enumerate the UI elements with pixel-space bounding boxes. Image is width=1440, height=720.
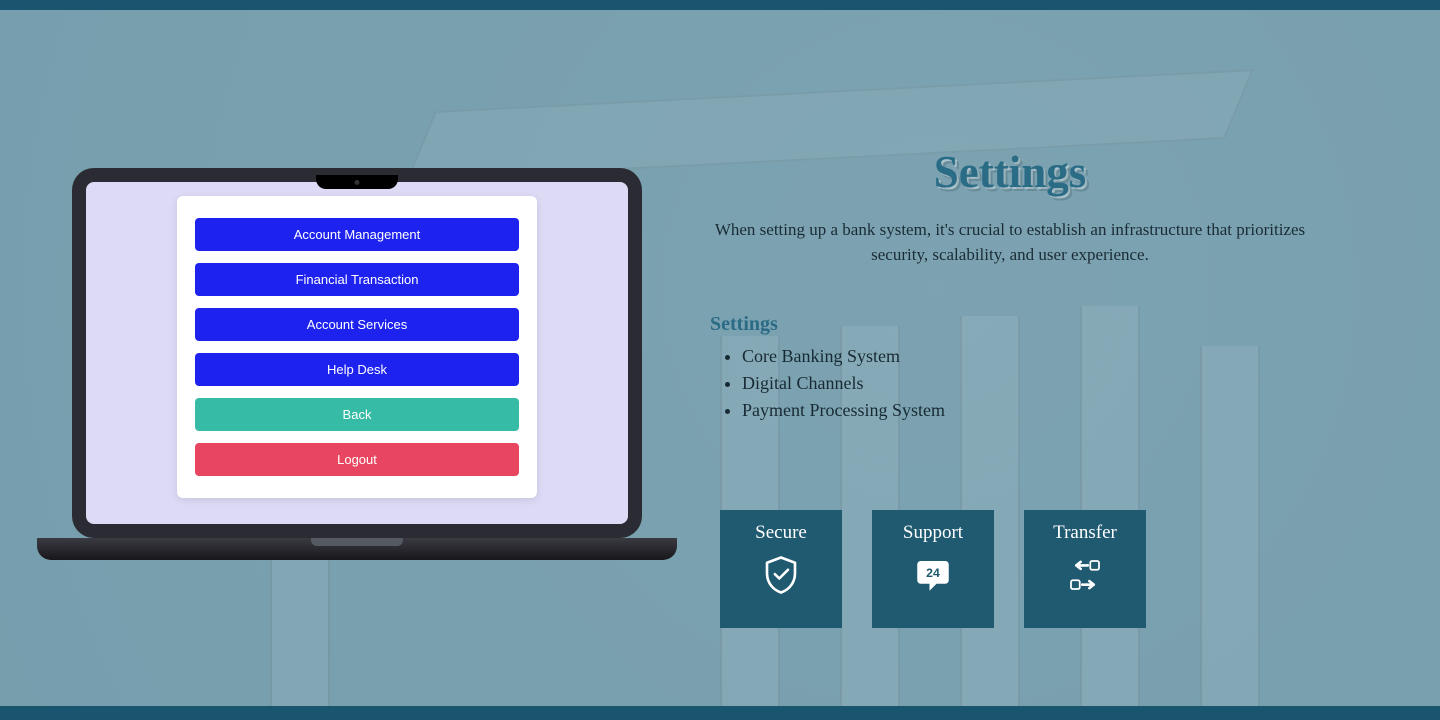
bottom-accent-bar bbox=[0, 706, 1440, 720]
page-description: When setting up a bank system, it's cruc… bbox=[710, 218, 1310, 267]
list-item: Digital Channels bbox=[742, 373, 1310, 394]
card-title: Transfer bbox=[1053, 522, 1117, 544]
back-button[interactable]: Back bbox=[195, 398, 519, 431]
laptop-base bbox=[37, 538, 677, 560]
financial-transaction-button[interactable]: Financial Transaction bbox=[195, 263, 519, 296]
card-title: Support bbox=[903, 522, 963, 544]
transfer-icon bbox=[1064, 554, 1106, 601]
settings-menu-panel: Account Management Financial Transaction… bbox=[177, 196, 537, 498]
laptop-mockup: Account Management Financial Transaction… bbox=[72, 168, 642, 560]
top-accent-bar bbox=[0, 0, 1440, 10]
laptop-screen: Account Management Financial Transaction… bbox=[86, 182, 628, 524]
support-card: Support 24 bbox=[872, 510, 994, 628]
settings-info-column: Settings When setting up a bank system, … bbox=[710, 146, 1310, 427]
account-services-button[interactable]: Account Services bbox=[195, 308, 519, 341]
support-24-icon: 24 bbox=[912, 554, 954, 601]
secure-card: Secure bbox=[720, 510, 842, 628]
settings-bullets: Core Banking System Digital Channels Pay… bbox=[710, 346, 1310, 421]
svg-text:24: 24 bbox=[926, 566, 940, 580]
transfer-card: Transfer bbox=[1024, 510, 1146, 628]
logout-button[interactable]: Logout bbox=[195, 443, 519, 476]
list-item: Payment Processing System bbox=[742, 400, 1310, 421]
settings-section-title: Settings bbox=[710, 313, 1310, 336]
laptop-bezel: Account Management Financial Transaction… bbox=[72, 168, 642, 538]
laptop-notch bbox=[316, 175, 398, 189]
feature-cards-row: Secure Support 24 Transfer bbox=[720, 510, 1146, 628]
list-item: Core Banking System bbox=[742, 346, 1310, 367]
page-title: Settings bbox=[710, 146, 1310, 198]
card-title: Secure bbox=[755, 522, 807, 544]
shield-check-icon bbox=[760, 554, 802, 601]
help-desk-button[interactable]: Help Desk bbox=[195, 353, 519, 386]
account-management-button[interactable]: Account Management bbox=[195, 218, 519, 251]
